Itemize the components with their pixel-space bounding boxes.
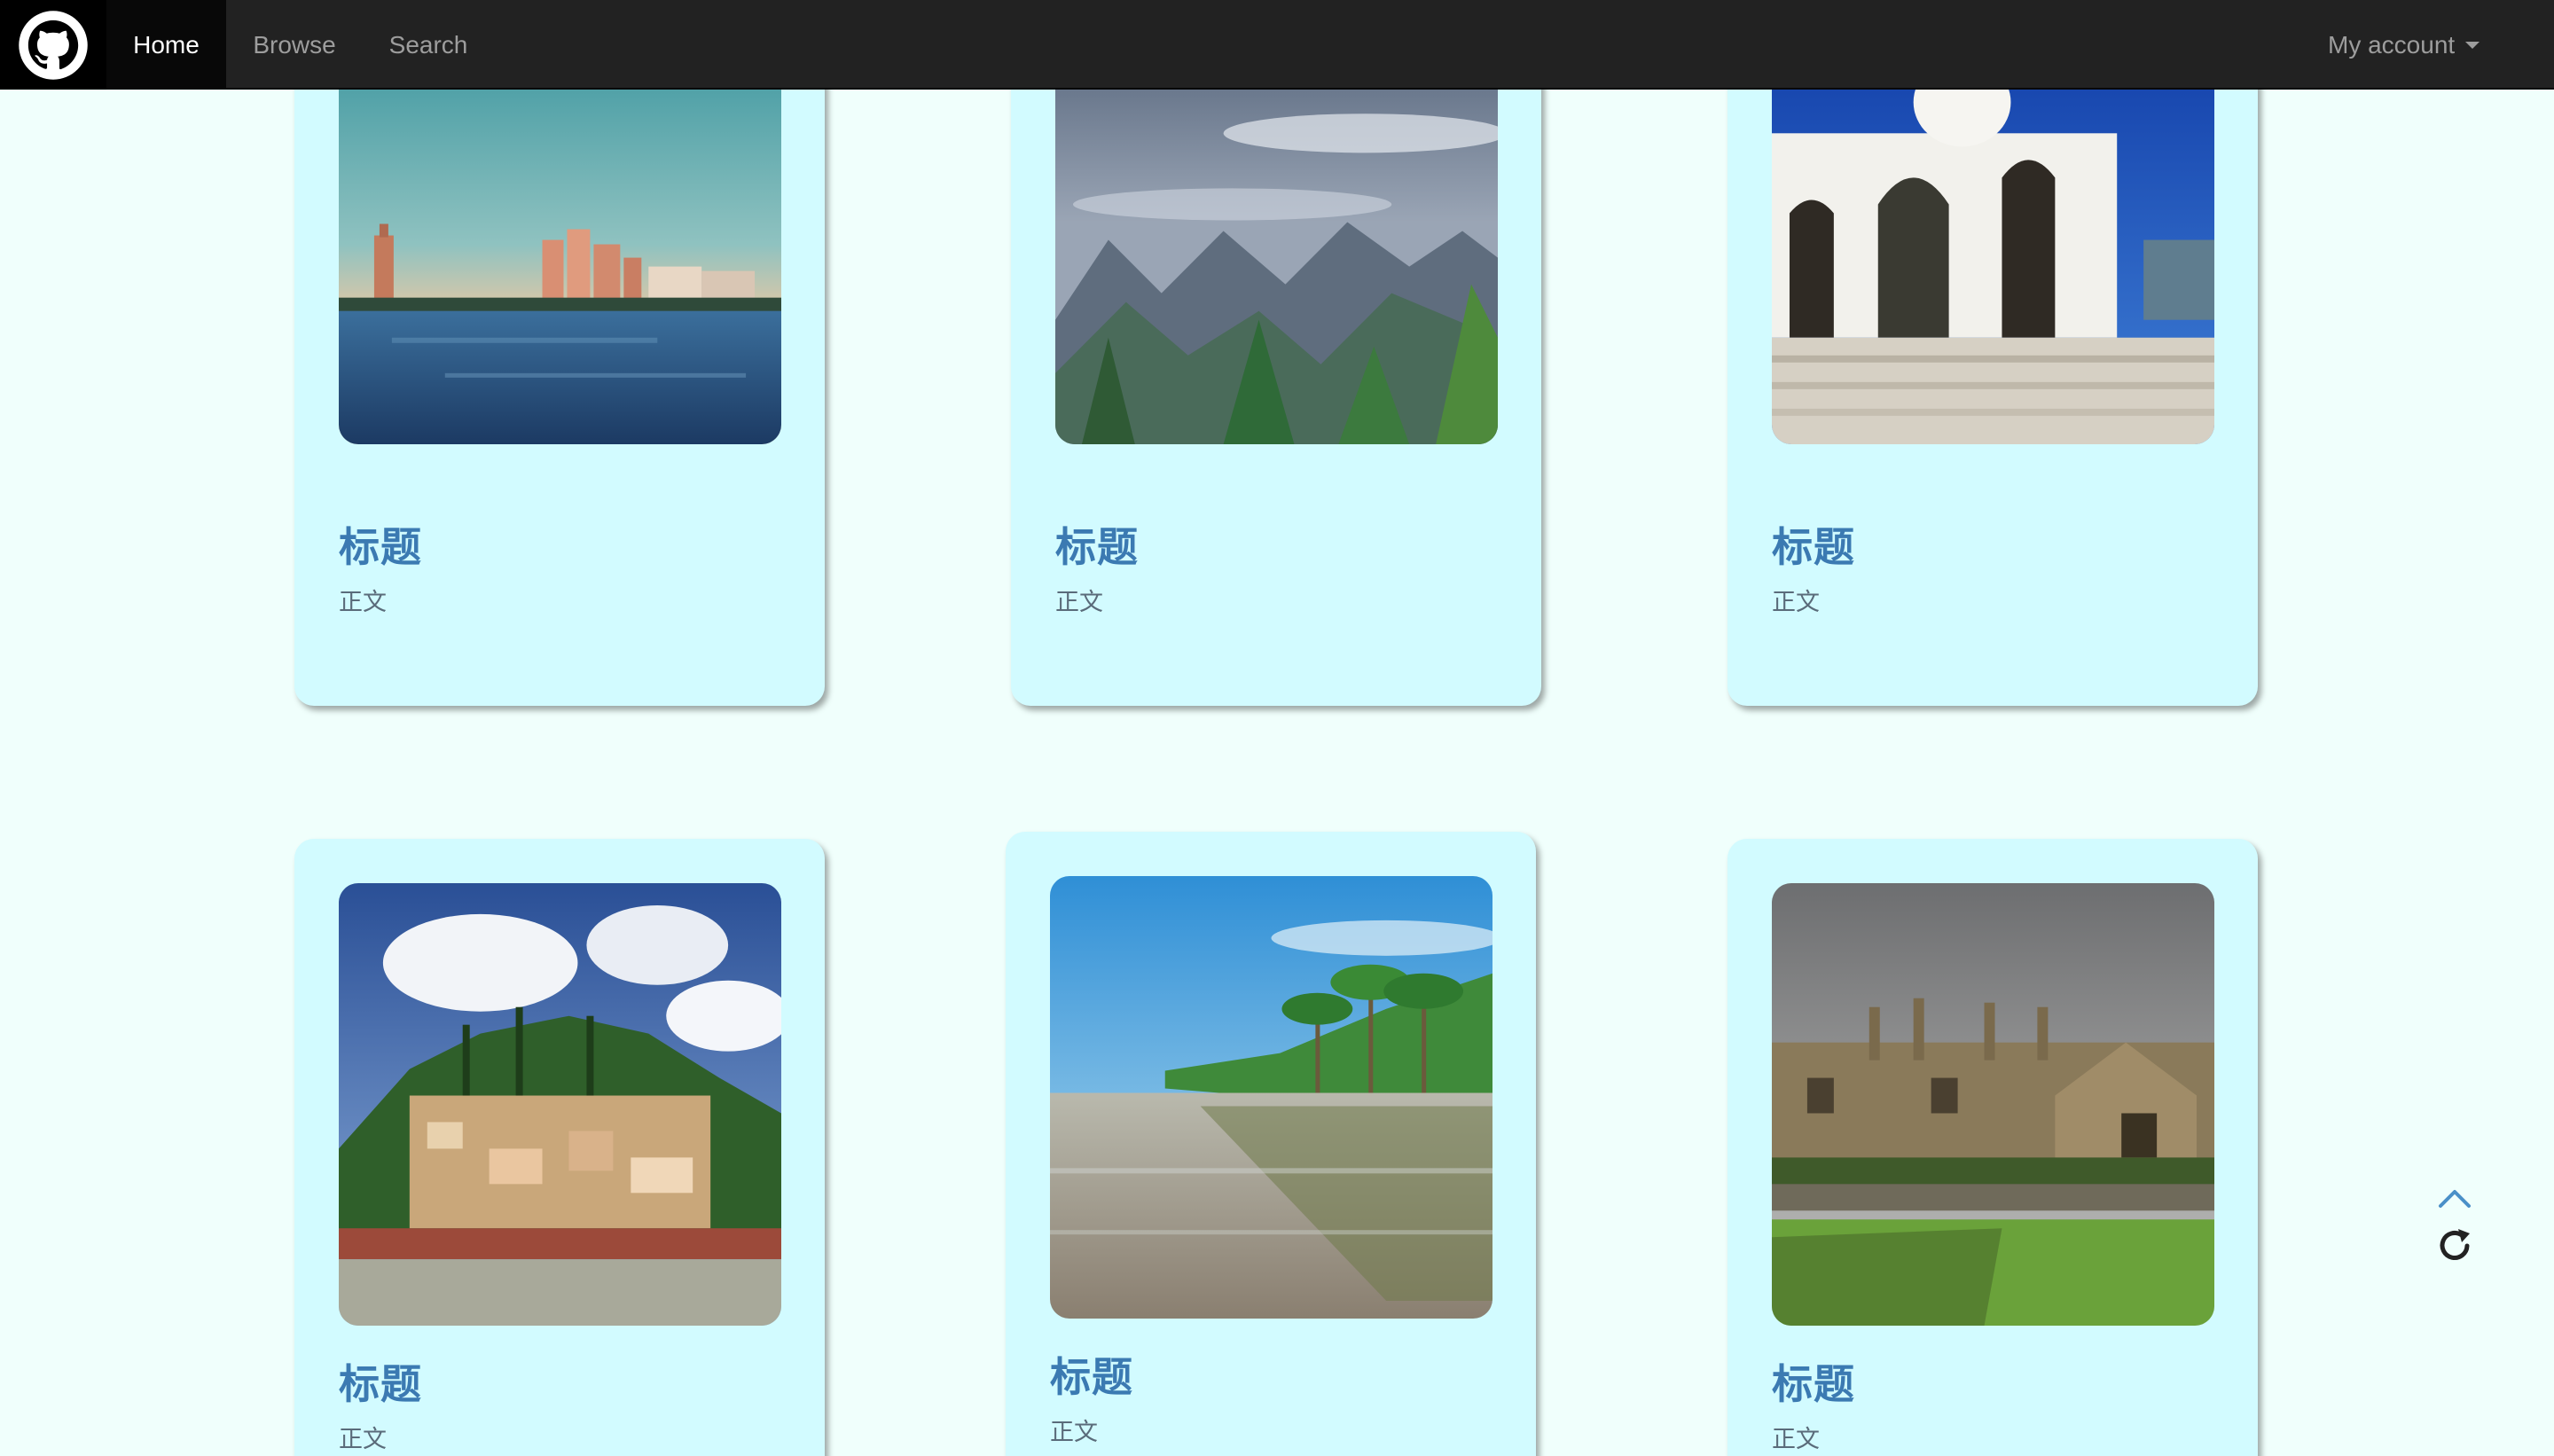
chevron-up-icon — [2439, 1189, 2471, 1208]
card-image[interactable] — [1050, 876, 1492, 1319]
account-label: My account — [2328, 30, 2456, 59]
nav-search[interactable]: Search — [363, 0, 494, 90]
card-4[interactable]: 标题 正文 — [294, 839, 825, 1456]
card-body: 正文 — [339, 589, 387, 616]
card-title: 标题 — [339, 1360, 422, 1408]
refresh-button[interactable] — [2430, 1225, 2480, 1266]
card-title: 标题 — [1055, 523, 1139, 571]
card-title: 标题 — [1050, 1353, 1133, 1401]
card-5[interactable]: 标题 正文 — [1006, 832, 1536, 1456]
account-dropdown[interactable]: My account — [2306, 0, 2506, 90]
nav-browse[interactable]: Browse — [226, 0, 363, 90]
caret-down-icon — [2465, 41, 2480, 49]
card-2[interactable]: 标题 正文 — [1011, 0, 1541, 706]
scroll-top-button[interactable] — [2430, 1178, 2480, 1219]
floating-tools — [2430, 1178, 2480, 1266]
card-image[interactable] — [1772, 883, 2214, 1326]
card-body: 正文 — [1055, 589, 1103, 616]
refresh-icon — [2440, 1228, 2470, 1260]
card-title: 标题 — [339, 523, 422, 571]
card-title: 标题 — [1772, 523, 1855, 571]
card-1[interactable]: 标题 正文 — [294, 0, 825, 706]
card-3[interactable]: 标题 正文 — [1727, 0, 2258, 706]
card-image[interactable] — [339, 883, 781, 1326]
card-body: 正文 — [1772, 1426, 1820, 1453]
hillside-town-photo — [339, 883, 781, 1326]
palm-beach-photo — [1050, 876, 1492, 1319]
card-body: 正文 — [1772, 589, 1820, 616]
card-body: 正文 — [339, 1426, 387, 1453]
card-6[interactable]: 标题 正文 — [1727, 839, 2258, 1456]
card-body: 正文 — [1050, 1419, 1098, 1446]
top-navbar: Home Browse Search My account — [0, 0, 2554, 90]
page: Home Browse Search My account 标题 正文 标题 正… — [0, 0, 2554, 1456]
gothic-college-photo — [1772, 883, 2214, 1326]
brand-logo[interactable] — [0, 0, 106, 90]
card-title: 标题 — [1772, 1360, 1855, 1408]
github-icon — [19, 10, 88, 80]
nav-home[interactable]: Home — [106, 0, 226, 90]
